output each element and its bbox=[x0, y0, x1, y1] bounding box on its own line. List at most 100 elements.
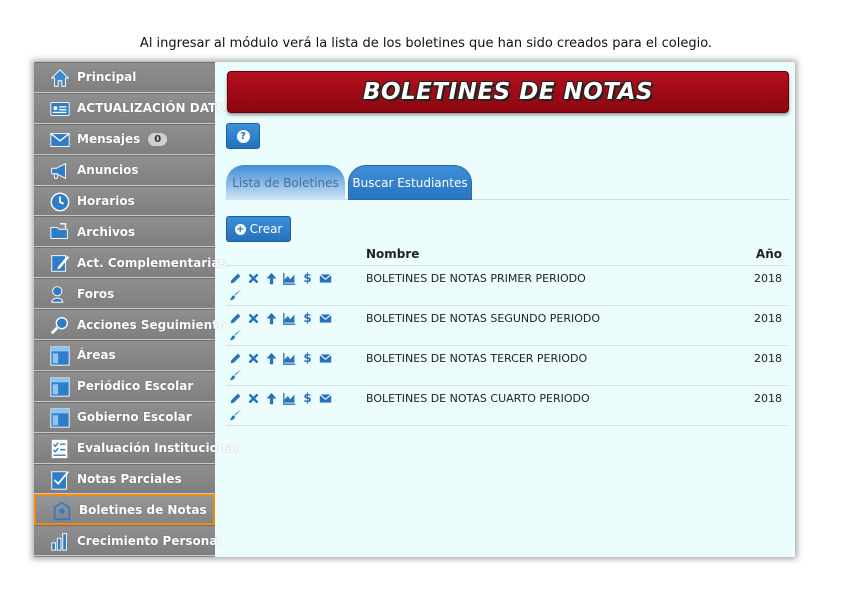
sidebar-item-label: Mensajes bbox=[77, 132, 141, 147]
clock-icon bbox=[49, 191, 71, 213]
boletines-table: Nombre Año $ BOLETINES DE NOTAS PRIMER PE… bbox=[226, 242, 788, 426]
brush-icon[interactable] bbox=[229, 408, 242, 421]
sidebar-item-anuncios[interactable]: Anuncios bbox=[34, 154, 215, 186]
brush-icon[interactable] bbox=[229, 288, 242, 301]
envelope-icon[interactable] bbox=[319, 312, 332, 325]
edit-icon bbox=[49, 252, 71, 274]
window-icon bbox=[49, 376, 71, 398]
sidebar-item-archivos[interactable]: Archivos bbox=[34, 216, 215, 248]
pencil-icon[interactable] bbox=[229, 312, 242, 325]
chart-icon[interactable] bbox=[283, 352, 296, 365]
tab-buscar-estudiantes[interactable]: Buscar Estudiantes bbox=[348, 165, 472, 200]
sidebar-item-foros[interactable]: Foros bbox=[34, 278, 215, 310]
arrow-up-icon[interactable] bbox=[265, 392, 278, 405]
table-row: $ BOLETINES DE NOTAS SEGUNDO PERIODO 2018 bbox=[226, 306, 788, 346]
row-actions: $ bbox=[229, 392, 349, 405]
sidebar-item-label: Act. Complementarias bbox=[77, 255, 227, 270]
sidebar-item-gobierno-escolar[interactable]: Gobierno Escolar bbox=[34, 401, 215, 433]
window-icon bbox=[49, 407, 71, 429]
boletin-year: 2018 bbox=[754, 312, 782, 325]
sidebar-item-label: Áreas bbox=[77, 348, 116, 363]
sidebar-item-label: Anuncios bbox=[77, 163, 139, 178]
page-caption: Al ingresar al módulo verá la lista de l… bbox=[139, 36, 713, 51]
sidebar-item-label: Boletines de Notas bbox=[79, 502, 207, 517]
row-actions: $ bbox=[229, 312, 349, 325]
column-header-nombre: Nombre bbox=[366, 247, 420, 261]
plus-icon: + bbox=[234, 223, 246, 235]
megaphone-icon bbox=[49, 160, 71, 182]
chart-icon[interactable] bbox=[283, 392, 296, 405]
growth-icon bbox=[49, 530, 71, 552]
help-button[interactable]: ? bbox=[226, 123, 260, 149]
tab-label: Buscar Estudiantes bbox=[352, 175, 468, 190]
sidebar-item-label: Foros bbox=[77, 286, 115, 301]
crear-button[interactable]: + Crear bbox=[226, 216, 291, 242]
close-icon[interactable] bbox=[247, 352, 260, 365]
sidebar-item-notas-parciales[interactable]: Notas Parciales bbox=[34, 463, 215, 495]
home-icon bbox=[49, 67, 71, 89]
sidebar-item-label: Periódico Escolar bbox=[77, 379, 194, 394]
arrow-up-icon[interactable] bbox=[265, 312, 278, 325]
boletin-name: BOLETINES DE NOTAS SEGUNDO PERIODO bbox=[366, 312, 601, 325]
sidebar-item-areas[interactable]: Áreas bbox=[34, 340, 215, 371]
sidebar-item-principal[interactable]: Principal bbox=[34, 62, 215, 93]
sidebar-item-act-complementarias[interactable]: Act. Complementarias bbox=[34, 247, 227, 279]
sidebar-item-label: Notas Parciales bbox=[77, 472, 182, 487]
sidebar-item-mensajes[interactable]: Mensajes 0 bbox=[34, 123, 215, 155]
sidebar-item-crecimiento-personal[interactable]: Crecimiento Personal bbox=[34, 525, 222, 557]
help-icon: ? bbox=[236, 129, 250, 143]
checklist-icon bbox=[49, 438, 71, 460]
table-row: $ BOLETINES DE NOTAS CUARTO PERIODO 2018 bbox=[226, 386, 788, 426]
close-icon[interactable] bbox=[247, 272, 260, 285]
arrow-up-icon[interactable] bbox=[265, 272, 278, 285]
pencil-icon[interactable] bbox=[229, 272, 242, 285]
sidebar-item-label: ACTUALIZACIÓN DATOS bbox=[77, 101, 236, 116]
column-header-ano: Año bbox=[755, 247, 782, 261]
unread-count-badge: 0 bbox=[148, 132, 168, 146]
sidebar-item-label: Gobierno Escolar bbox=[77, 410, 192, 425]
sidebar-item-horarios[interactable]: Horarios bbox=[34, 185, 215, 217]
boletin-name: BOLETINES DE NOTAS CUARTO PERIODO bbox=[366, 392, 590, 405]
dollar-icon[interactable]: $ bbox=[301, 312, 314, 325]
tab-lista-boletines[interactable]: Lista de Boletines bbox=[226, 165, 345, 200]
table-row: $ BOLETINES DE NOTAS TERCER PERIODO 2018 bbox=[226, 346, 788, 386]
magnifier-icon bbox=[49, 314, 71, 336]
sidebar-item-periodico-escolar[interactable]: Periódico Escolar bbox=[34, 370, 215, 402]
boletin-year: 2018 bbox=[754, 272, 782, 285]
close-icon[interactable] bbox=[247, 312, 260, 325]
close-icon[interactable] bbox=[247, 392, 260, 405]
dollar-icon[interactable]: $ bbox=[301, 272, 314, 285]
table-row: $ BOLETINES DE NOTAS PRIMER PERIODO 2018 bbox=[226, 266, 788, 306]
main-content: BOLETINES DE NOTAS ? Lista de Boletines … bbox=[215, 62, 795, 557]
boletin-year: 2018 bbox=[754, 392, 782, 405]
sidebar-item-boletines-de-notas[interactable]: Boletines de Notas bbox=[34, 494, 215, 526]
boletin-name: BOLETINES DE NOTAS TERCER PERIODO bbox=[366, 352, 588, 365]
chart-icon[interactable] bbox=[283, 312, 296, 325]
pencil-icon[interactable] bbox=[229, 352, 242, 365]
dollar-icon[interactable]: $ bbox=[301, 352, 314, 365]
brush-icon[interactable] bbox=[229, 368, 242, 381]
app-window: Principal ACTUALIZACIÓN DATOS Mensajes 0 Anu… bbox=[34, 62, 795, 557]
sidebar-item-acciones-seguimiento[interactable]: Acciones Seguimiento bbox=[34, 309, 226, 341]
row-actions: $ bbox=[229, 272, 349, 285]
sidebar-item-label: Acciones Seguimiento bbox=[77, 317, 227, 332]
envelope-icon[interactable] bbox=[319, 392, 332, 405]
page-banner: BOLETINES DE NOTAS bbox=[227, 71, 789, 113]
sidebar: Principal ACTUALIZACIÓN DATOS Mensajes 0 Anu… bbox=[34, 62, 239, 557]
window-icon bbox=[49, 345, 71, 367]
chart-icon[interactable] bbox=[283, 272, 296, 285]
brush-icon[interactable] bbox=[229, 328, 242, 341]
page-title: BOLETINES DE NOTAS bbox=[362, 79, 654, 105]
arrow-up-icon[interactable] bbox=[265, 352, 278, 365]
envelope-icon[interactable] bbox=[319, 272, 332, 285]
folder-icon bbox=[49, 221, 71, 243]
id-card-icon bbox=[49, 98, 71, 120]
sidebar-item-actualizacion-datos[interactable]: ACTUALIZACIÓN DATOS bbox=[34, 92, 235, 124]
pencil-icon[interactable] bbox=[229, 392, 242, 405]
envelope-icon bbox=[49, 129, 71, 151]
sidebar-item-label: Crecimiento Personal bbox=[77, 533, 222, 548]
envelope-icon[interactable] bbox=[319, 352, 332, 365]
forum-icon bbox=[49, 283, 71, 305]
dollar-icon[interactable]: $ bbox=[301, 392, 314, 405]
sidebar-item-evaluacion-institucional[interactable]: Evaluación Institucional bbox=[34, 432, 239, 464]
